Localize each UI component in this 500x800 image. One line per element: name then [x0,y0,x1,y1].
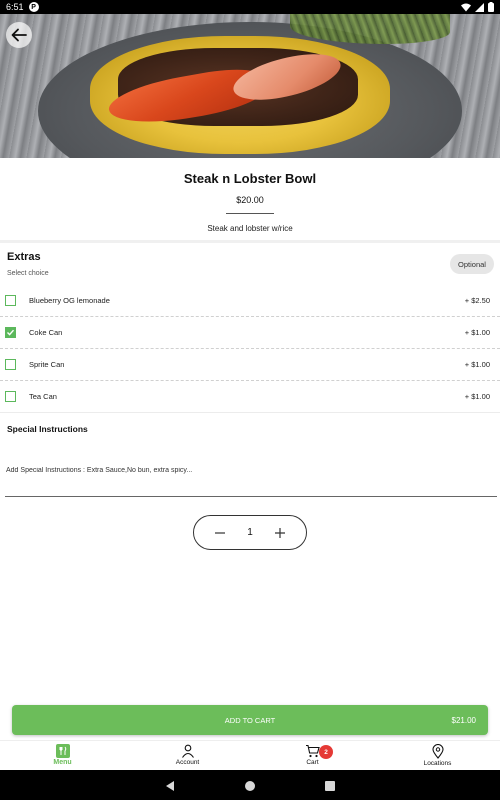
plus-icon [275,527,285,538]
product-price: $20.00 [236,195,264,205]
product-image [0,14,500,158]
nav-tab-locations[interactable]: Locations [375,741,500,770]
extra-option-price: + $2.50 [464,296,490,305]
bottom-navigation: Menu Account 2 Cart Locations [0,740,500,770]
system-recents-button[interactable] [324,779,336,797]
back-button[interactable] [6,22,32,48]
quantity-value: 1 [247,527,253,538]
extra-option-label: Sprite Can [29,360,65,369]
nav-label: Locations [423,760,452,767]
optional-badge: Optional [450,254,494,274]
wifi-icon [461,3,471,11]
add-to-cart-total: $21.00 [451,715,476,725]
extras-list: Blueberry OG lemonade + $2.50 Coke Can +… [0,285,500,413]
add-to-cart-button[interactable]: ADD TO CART $21.00 [12,705,488,735]
checkbox[interactable] [5,391,16,402]
system-home-button[interactable] [244,779,256,797]
checkmark-icon [7,329,15,336]
increment-button[interactable] [272,525,288,541]
battery-icon [488,2,494,12]
minus-icon [215,531,225,534]
extras-title: Extras [7,251,41,263]
nav-tab-account[interactable]: Account [125,741,250,770]
checkbox[interactable] [5,295,16,306]
extra-option-label: Coke Can [29,328,63,337]
decrement-button[interactable] [212,525,228,541]
extra-option-label: Tea Can [29,392,57,401]
extras-subtitle: Select choice [7,270,49,277]
fork-knife-icon [55,744,70,758]
nav-tab-menu[interactable]: Menu [0,741,125,770]
arrow-left-icon [11,28,27,42]
special-instructions-input[interactable] [5,462,497,497]
extra-option-price: + $1.00 [464,392,490,401]
cart-icon [306,744,320,758]
nav-label: Menu [53,759,72,766]
section-divider [0,240,500,243]
special-instructions-title: Special Instructions [7,424,88,434]
quantity-stepper: 1 [193,515,307,550]
product-description: Steak and lobster w/rice [207,224,293,233]
extra-option-coke-can[interactable]: Coke Can + $1.00 [0,317,500,349]
person-icon [181,744,194,758]
add-to-cart-label: ADD TO CART [224,715,276,725]
price-divider [226,213,274,214]
cart-count-badge: 2 [319,745,333,759]
extra-option-price: + $1.00 [464,328,490,337]
system-back-button[interactable] [164,779,176,797]
nav-label: Account [175,759,200,766]
extra-option-tea-can[interactable]: Tea Can + $1.00 [0,381,500,413]
extra-option-label: Blueberry OG lemonade [29,296,110,305]
app-notification-icon: P [28,2,39,12]
product-title: Steak n Lobster Bowl [183,171,317,186]
signal-icon [475,2,484,12]
square-recents-icon [325,781,335,791]
extra-option-price: + $1.00 [464,360,490,369]
circle-home-icon [245,781,255,791]
status-bar: 6:51 P [0,0,500,14]
nav-label: Cart [306,759,319,766]
location-pin-icon [431,744,444,759]
screen: 6:51 P Steak n Lobster Bowl $20.00 Steak… [0,0,500,800]
status-time: 6:51 [6,2,24,12]
extra-option-sprite-can[interactable]: Sprite Can + $1.00 [0,349,500,381]
nav-tab-cart[interactable]: 2 Cart [250,741,375,770]
checkbox[interactable] [5,359,16,370]
triangle-back-icon [166,781,174,791]
system-navigation-bar [0,770,500,800]
extra-option-blueberry-og-lemonade[interactable]: Blueberry OG lemonade + $2.50 [0,285,500,317]
checkbox-checked[interactable] [5,327,16,338]
